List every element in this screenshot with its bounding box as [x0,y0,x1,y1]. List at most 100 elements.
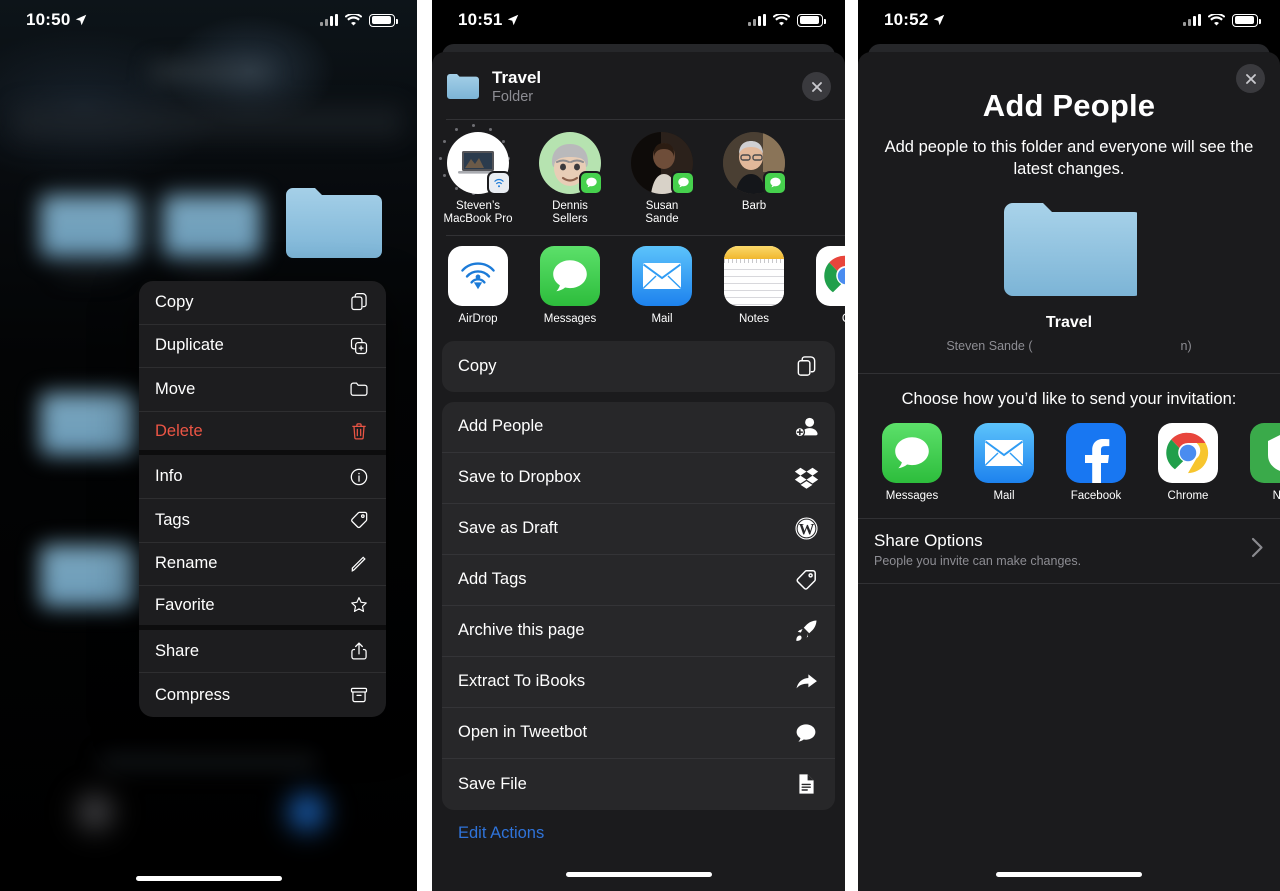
close-button[interactable] [802,72,831,102]
context-item-label: Move [155,379,196,398]
action-label: Add People [458,417,544,436]
location-arrow-icon [934,14,945,26]
action-row-copy[interactable]: Copy [442,341,835,392]
copy-icon [793,353,819,379]
share-target[interactable]: C [800,245,845,325]
status-indicators [320,13,398,27]
share-targets-row[interactable]: AirDrop Messages Mail Notes [432,236,845,331]
person-chip[interactable]: Dennis Sellers [524,131,616,227]
context-menu-item-delete[interactable]: Delete [139,412,386,456]
messages-badge-icon [579,170,603,195]
tag-icon [348,509,370,531]
share-target[interactable]: AirDrop [432,245,524,325]
context-menu-item[interactable]: Copy [139,281,386,325]
action-row[interactable]: Open in Tweetbot [442,708,835,759]
notes-icon [724,245,784,306]
document-icon [793,771,819,797]
home-indicator [565,872,712,877]
action-row[interactable]: Add People [442,402,835,453]
context-menu-item[interactable]: Duplicate [139,325,386,369]
cellular-signal-icon [320,14,338,26]
invite-target[interactable]: Chrome [1142,423,1234,502]
share-sheet-titles: Travel Folder [492,68,790,105]
wifi-icon [1208,13,1225,26]
share-target-label: Messages [543,312,597,325]
close-icon [811,81,822,92]
share-target-label: C [842,313,845,325]
add-person-icon [793,414,819,440]
action-row[interactable]: Save File [442,759,835,810]
context-menu-item[interactable]: Compress [139,673,386,717]
context-menu-item[interactable]: Move [139,368,386,412]
battery-icon [1232,13,1261,27]
close-button[interactable] [1236,64,1265,93]
close-icon [1245,73,1256,84]
airdrop-icon [448,245,508,306]
status-indicators [1183,13,1261,27]
context-item-label: Compress [155,685,231,704]
context-item-label: Share [155,641,200,660]
action-row[interactable]: Extract To iBooks [442,657,835,708]
person-chip[interactable]: Barb [708,131,800,227]
share-target-label: AirDrop [458,312,498,325]
suggested-people-row[interactable]: Steven’s MacBook Pro Dennis Sellers Susa… [432,120,845,235]
action-label: Save to Dropbox [458,468,581,487]
invite-target[interactable]: Ne [1234,423,1280,502]
share-target[interactable]: Mail [616,245,708,325]
person-chip[interactable]: Susan Sande [616,131,708,227]
avatar-wrap [631,131,695,195]
owner-name-suffix: n) [1180,338,1192,353]
share-options-row[interactable]: Share Options People you invite can make… [858,519,1280,583]
folder-icon [348,378,370,400]
speech-bubble-icon [793,720,819,746]
wordpress-icon: W [793,516,819,542]
context-menu-item[interactable]: Favorite [139,586,386,630]
green-app-icon [1250,423,1280,484]
action-row[interactable]: Save as Draft W [442,504,835,555]
share-options-title: Share Options [874,530,983,550]
chevron-right-icon [1251,537,1264,563]
avatar-wrap [539,131,603,195]
context-menu-item[interactable]: Share [139,630,386,674]
cellular-signal-icon [748,14,766,26]
star-icon [348,594,370,616]
choose-method-label: Choose how you’d like to send your invit… [901,390,1237,409]
context-menu-item[interactable]: Rename [139,543,386,587]
action-label: Archive this page [458,621,585,640]
invite-target[interactable]: Facebook [1050,423,1142,502]
action-row[interactable]: Save to Dropbox [442,453,835,504]
person-chip[interactable]: Steven’s MacBook Pro [432,123,524,227]
action-label: Extract To iBooks [458,672,586,691]
messages-icon [882,423,942,484]
item-subtitle: Folder [492,88,534,105]
edit-actions-link[interactable]: Edit Actions [432,810,845,843]
context-menu-item[interactable]: Tags [139,499,386,543]
context-item-label: Rename [155,554,218,573]
invite-target-label: Messages [885,490,939,503]
phone-screenshot-3: 10:52 Add People Add people to this fold… [858,0,1280,891]
primary-action-card[interactable]: Copy [442,340,835,392]
divider [858,372,1280,374]
share-up-icon [348,640,370,662]
invite-target[interactable]: Messages [866,423,958,502]
invitation-targets-row[interactable]: Messages Mail Facebook Chrome N [858,409,1280,506]
share-target[interactable]: Messages [524,245,616,325]
page-description: Add people to this folder and everyone w… [884,138,1254,179]
travel-folder-icon [286,188,382,258]
action-row[interactable]: Archive this page [442,606,835,657]
actions-card[interactable]: Add People Save to Dropbox Save as Draft… [442,401,835,810]
battery-icon [369,13,398,27]
invite-target[interactable]: Mail [958,423,1050,502]
share-sheet-header: Travel Folder [432,52,845,119]
invite-target-label: Ne [1272,490,1280,503]
share-options-subtitle: People you invite can make changes. [874,553,1082,568]
action-row[interactable]: Add Tags [442,555,835,606]
share-sheet: Travel Folder Steven’s MacBook Pro Denni… [432,52,845,891]
context-menu-item[interactable]: Info [139,455,386,499]
share-target[interactable]: Notes [708,245,800,325]
divider [858,582,1280,584]
mail-icon [974,423,1034,484]
context-menu[interactable]: Copy Duplicate Move Delete Info Tags Ren… [139,281,386,717]
owner-line: Steven Sande (n) [946,339,1191,353]
status-bar: 10:50 [0,0,417,40]
